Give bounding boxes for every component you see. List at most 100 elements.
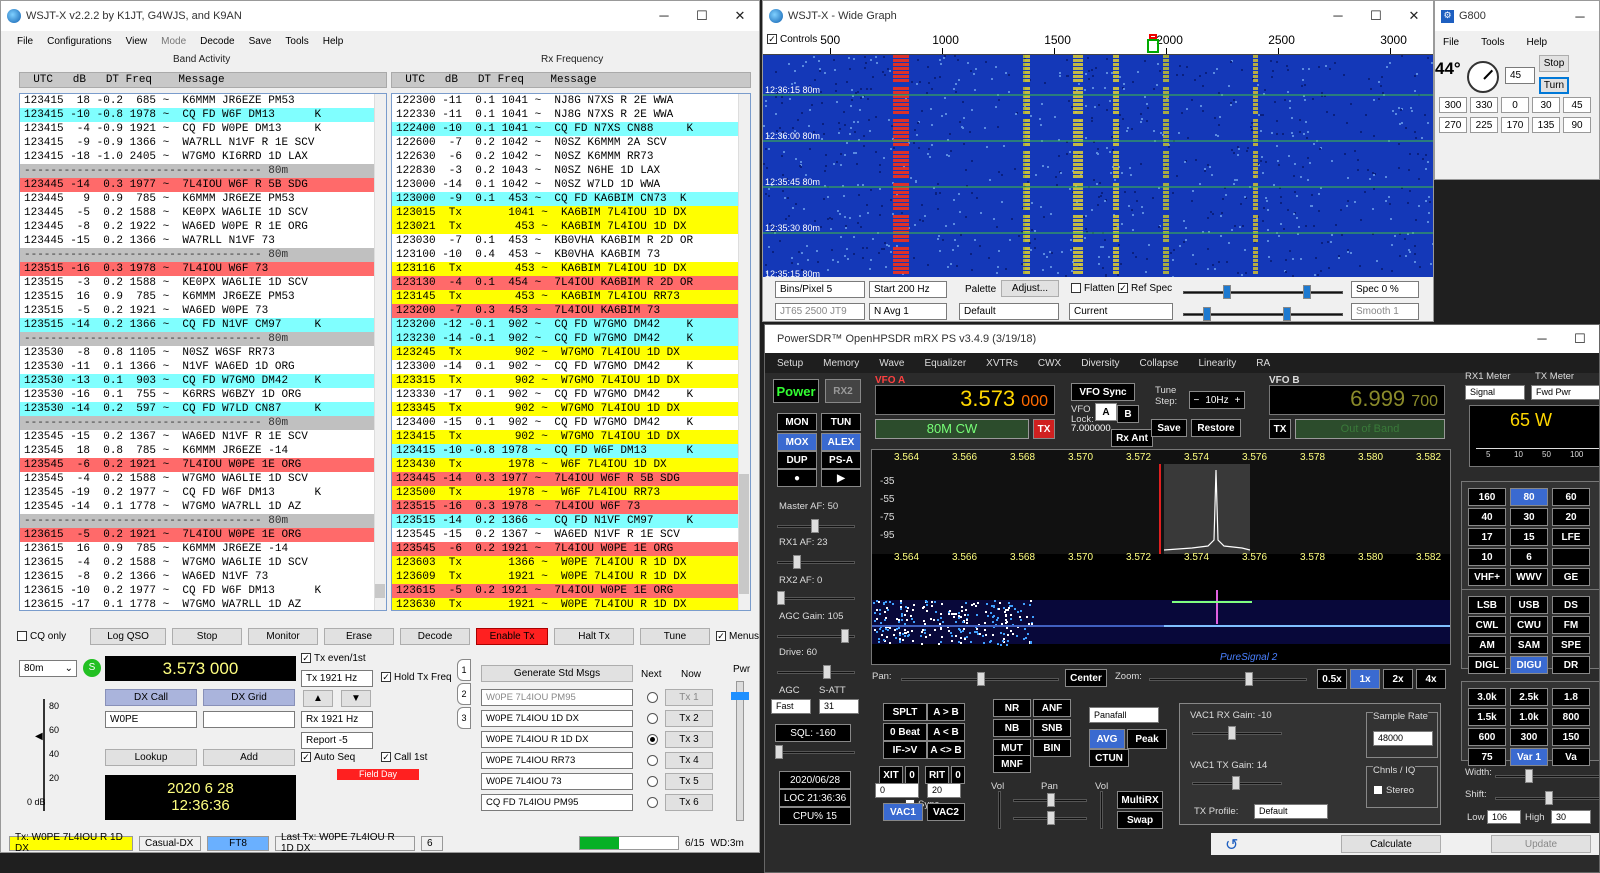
rx-meter-select[interactable]: Signal <box>1465 385 1525 400</box>
mode-button[interactable]: DR <box>1552 656 1590 674</box>
master-af-slider[interactable] <box>777 519 855 533</box>
decode-row[interactable]: 123545 -14 0.1 1778 ~ W7GMO WA7RLL 1D AZ <box>20 500 386 514</box>
report-spinbox[interactable]: Report -5 <box>301 732 373 749</box>
waterfall-display[interactable]: 12:36:15 80m 12:36:00 80m 12:35:45 80m 12:3… <box>763 55 1433 277</box>
band-button[interactable]: 80 <box>1510 488 1548 506</box>
filter-button[interactable]: Va <box>1552 748 1590 766</box>
adjust-button[interactable]: Adjust... <box>1001 280 1059 297</box>
decode-row[interactable]: 123615 -10 0.2 1977 ~ CQ FD W6F DM13 K <box>20 584 386 598</box>
band-button[interactable]: 10 <box>1468 548 1506 566</box>
nr-button[interactable]: NR <box>993 699 1031 717</box>
message-tab-2[interactable]: 2 <box>457 683 471 705</box>
decode-row[interactable]: 123615 -17 0.1 1778 ~ W7GMO WA7RLL 1D AZ <box>20 598 386 610</box>
vac1-button[interactable]: VAC1 <box>883 803 923 821</box>
zoom-0.5x-button[interactable]: 0.5x <box>1317 669 1347 689</box>
vac-tx-gain-slider[interactable] <box>1192 776 1282 790</box>
drive-slider[interactable] <box>777 665 855 679</box>
decode-row[interactable]: 123515 -14 0.2 1366 ~ CQ FD N1VF CM97 K <box>392 514 750 528</box>
pan-slider[interactable] <box>901 672 1059 686</box>
filter-button[interactable]: 150 <box>1552 728 1590 746</box>
bins-per-pixel-spinbox[interactable]: Bins/Pixel 5 <box>775 281 865 298</box>
preset-angle-button[interactable]: 30 <box>1532 97 1560 113</box>
squelch-slider[interactable] <box>775 745 855 759</box>
menu-mode[interactable]: Mode <box>161 36 186 47</box>
mode-button[interactable]: AM <box>1468 636 1506 654</box>
decode-row[interactable]: 123400 -15 0.1 902 ~ CQ FD W7GMO DM42 K <box>392 416 750 430</box>
decode-row[interactable]: 123615 -8 0.2 1366 ~ WA6ED N1VF 73 <box>20 570 386 584</box>
dx-call-input[interactable]: W0PE <box>105 711 197 728</box>
anf-button[interactable]: ANF <box>1033 699 1071 717</box>
rx2-af-slider[interactable] <box>777 591 855 605</box>
shift-slider[interactable] <box>1495 791 1599 805</box>
band-button[interactable]: GE <box>1552 568 1590 586</box>
update-button[interactable]: Update <box>1491 835 1591 853</box>
vfo-a-tx-button[interactable]: TX <box>1033 419 1055 439</box>
decode-row[interactable]: 123230 -14 -0.1 902 ~ CQ FD W7GMO DM42 K <box>392 332 750 346</box>
tx6-now-button[interactable]: Tx 6 <box>665 794 713 811</box>
erase-button[interactable]: Erase <box>324 628 395 645</box>
decode-row[interactable]: 123615 -5 0.2 1921 ~ 7L4IOU W0PE 1E ORG <box>392 584 750 598</box>
rit-spinbox[interactable]: 20 <box>927 783 961 798</box>
refresh-icon[interactable]: ↺ <box>1225 835 1238 855</box>
separator-row[interactable]: ------------------------------------ 80m <box>20 332 386 346</box>
preset-angle-button[interactable]: 90 <box>1563 117 1591 133</box>
mode-button[interactable]: CWL <box>1468 616 1506 634</box>
decode-row[interactable]: 123515 -5 0.2 1921 ~ WA6ED W0PE 73 <box>20 304 386 318</box>
menu-decode[interactable]: Decode <box>200 36 234 47</box>
b-to-a-button[interactable]: A < B <box>927 723 965 741</box>
decode-row[interactable]: 123415 -10 -0.8 1978 ~ CQ FD W6F DM13 K <box>392 444 750 458</box>
decode-row[interactable]: 123615 16 0.9 785 ~ K6MMM JR6EZE -14 <box>20 542 386 556</box>
close-icon[interactable]: ✕ <box>1395 8 1433 24</box>
decode-row[interactable]: 123530 -13 0.1 903 ~ CQ FD W7GMO DM42 K <box>20 374 386 388</box>
agc-gain-slider[interactable] <box>777 629 855 643</box>
decode-row[interactable]: 123300 -14 0.1 902 ~ CQ FD W7GMO DM42 K <box>392 360 750 374</box>
vac-rx-gain-slider[interactable] <box>1192 726 1282 740</box>
menu-save[interactable]: Save <box>249 36 272 47</box>
tx3-now-button[interactable]: Tx 3 <box>665 731 713 748</box>
psdr-menu-linearity[interactable]: Linearity <box>1198 358 1236 369</box>
jt65-spinbox[interactable]: JT65 2500 JT9 <box>775 303 865 320</box>
menu-view[interactable]: View <box>126 36 148 47</box>
filter-button[interactable]: Var 1 <box>1510 748 1548 766</box>
rotator-stop-button[interactable]: Stop <box>1539 55 1569 72</box>
decode-row[interactable]: 123116 Tx 453 ~ KA6BIM 7L4IOU 1D DX <box>392 262 750 276</box>
mon-button[interactable]: MON <box>777 413 817 431</box>
monitor-button[interactable]: Monitor <box>248 628 319 645</box>
maximize-icon[interactable]: ☐ <box>683 8 721 24</box>
g800-menu-file[interactable]: File <box>1443 37 1459 48</box>
filter-button[interactable]: 800 <box>1552 708 1590 726</box>
gain-slider-2[interactable] <box>1183 307 1343 321</box>
preset-angle-button[interactable]: 300 <box>1439 97 1467 113</box>
decode-row[interactable]: 123315 Tx 902 ~ W7GMO 7L4IOU 1D DX <box>392 374 750 388</box>
decode-row[interactable]: 123609 Tx 1921 ~ W0PE 7L4IOU R 1D DX <box>392 570 750 584</box>
filter-button[interactable]: 3.0k <box>1468 688 1506 706</box>
minimize-icon[interactable]: ─ <box>1561 9 1599 24</box>
minimize-icon[interactable]: ─ <box>1319 8 1357 24</box>
mode-button[interactable]: USB <box>1510 596 1548 614</box>
decode-row[interactable]: 123445 -14 0.3 1977 ~ 7L4IOU W6F R 5B SD… <box>20 178 386 192</box>
decode-row[interactable]: 123445 -14 0.3 1977 ~ 7L4IOU W6F R 5B SD… <box>392 472 750 486</box>
ref-spec-checkbox[interactable]: ✓ Ref Spec <box>1118 283 1172 294</box>
rotator-turn-button[interactable]: Turn <box>1539 77 1569 94</box>
mode-button[interactable]: DIGU <box>1510 656 1548 674</box>
filter-button[interactable]: 600 <box>1468 728 1506 746</box>
vfo-sync-button[interactable]: VFO Sync <box>1071 383 1135 401</box>
close-icon[interactable]: ✕ <box>721 8 759 24</box>
message-tab-3[interactable]: 3 <box>457 707 471 729</box>
band-button[interactable]: WWV <box>1510 568 1548 586</box>
preset-angle-button[interactable]: 170 <box>1501 117 1529 133</box>
preset-angle-button[interactable]: 270 <box>1439 117 1467 133</box>
vfo-b-tx-button[interactable]: TX <box>1269 419 1291 439</box>
if-to-v-button[interactable]: IF->V <box>883 741 927 759</box>
decode-row[interactable]: 123415 -9 -0.9 1366 ~ WA7RLL N1VF R 1E S… <box>20 136 386 150</box>
filter-button[interactable]: 2.5k <box>1510 688 1548 706</box>
band-button[interactable]: VHF+ <box>1468 568 1506 586</box>
tx1-message-input[interactable]: W0PE 7L4IOU PM95 <box>481 689 633 706</box>
zoom-slider[interactable] <box>1149 672 1307 686</box>
decode-row[interactable]: 123545 -6 0.2 1921 ~ 7L4IOU W0PE 1E ORG <box>392 542 750 556</box>
menu-help[interactable]: Help <box>323 36 344 47</box>
stop-button[interactable]: Stop <box>172 628 243 645</box>
dup-button[interactable]: DUP <box>777 451 817 469</box>
a-swap-b-button[interactable]: A <> B <box>927 741 965 759</box>
g800-menu-tools[interactable]: Tools <box>1481 37 1504 48</box>
